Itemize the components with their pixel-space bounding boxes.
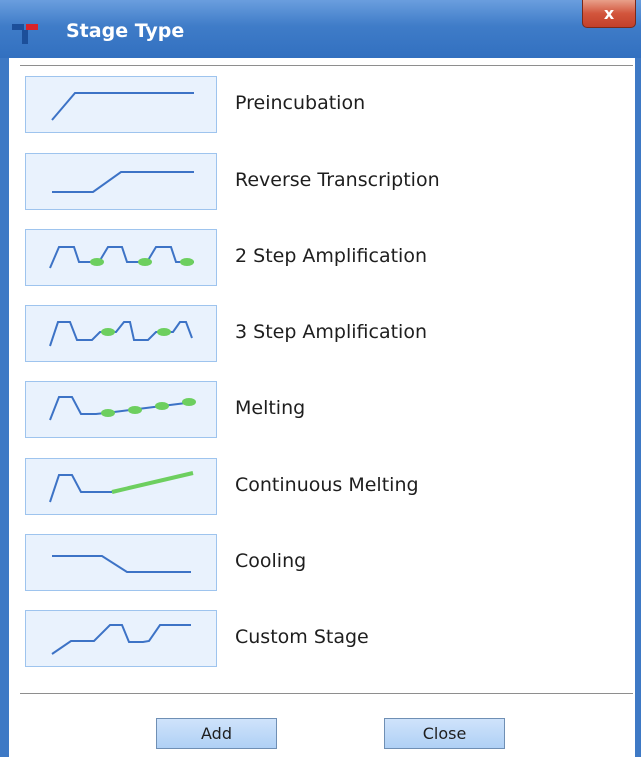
stage-item-preincubation[interactable]: Preincubation [25,76,605,134]
stage-item-label: Melting [235,397,306,419]
custom-stage-curve-icon [25,610,217,667]
stage-item-label: Preincubation [235,92,366,114]
two-step-amplification-curve-icon [25,229,217,286]
stage-item-reverse-transcription[interactable]: Reverse Transcription [25,153,605,211]
window-close-button[interactable]: x [582,0,636,28]
stage-item-label: Continuous Melting [235,474,419,496]
window-frame-left [0,58,9,757]
stage-item-label: 3 Step Amplification [235,321,428,343]
title-bar: Stage Type x [0,0,641,58]
bottom-separator [20,693,633,694]
dialog-content: Preincubation Reverse Transcription 2 St… [9,58,635,757]
app-logo-icon [12,24,38,44]
stage-item-continuous-melting[interactable]: Continuous Melting [25,458,605,516]
stage-item-label: Reverse Transcription [235,169,440,191]
close-button[interactable]: Close [384,718,505,749]
stage-item-label: Cooling [235,550,307,572]
three-step-amplification-curve-icon [25,305,217,362]
stage-item-melting[interactable]: Melting [25,381,605,439]
melting-curve-icon [25,381,217,438]
stage-item-cooling[interactable]: Cooling [25,534,605,592]
continuous-melting-curve-icon [25,458,217,515]
preincubation-curve-icon [25,76,217,133]
stage-item-3-step-amplification[interactable]: 3 Step Amplification [25,305,605,363]
window-frame-right [635,58,641,757]
reverse-transcription-curve-icon [25,153,217,210]
stage-item-label: 2 Step Amplification [235,245,428,267]
top-separator [20,65,633,66]
stage-item-label: Custom Stage [235,626,369,648]
stage-item-custom-stage[interactable]: Custom Stage [25,610,605,668]
window-title: Stage Type [66,20,185,42]
add-button[interactable]: Add [156,718,277,749]
stage-item-2-step-amplification[interactable]: 2 Step Amplification [25,229,605,287]
cooling-curve-icon [25,534,217,591]
close-icon: x [603,4,615,23]
